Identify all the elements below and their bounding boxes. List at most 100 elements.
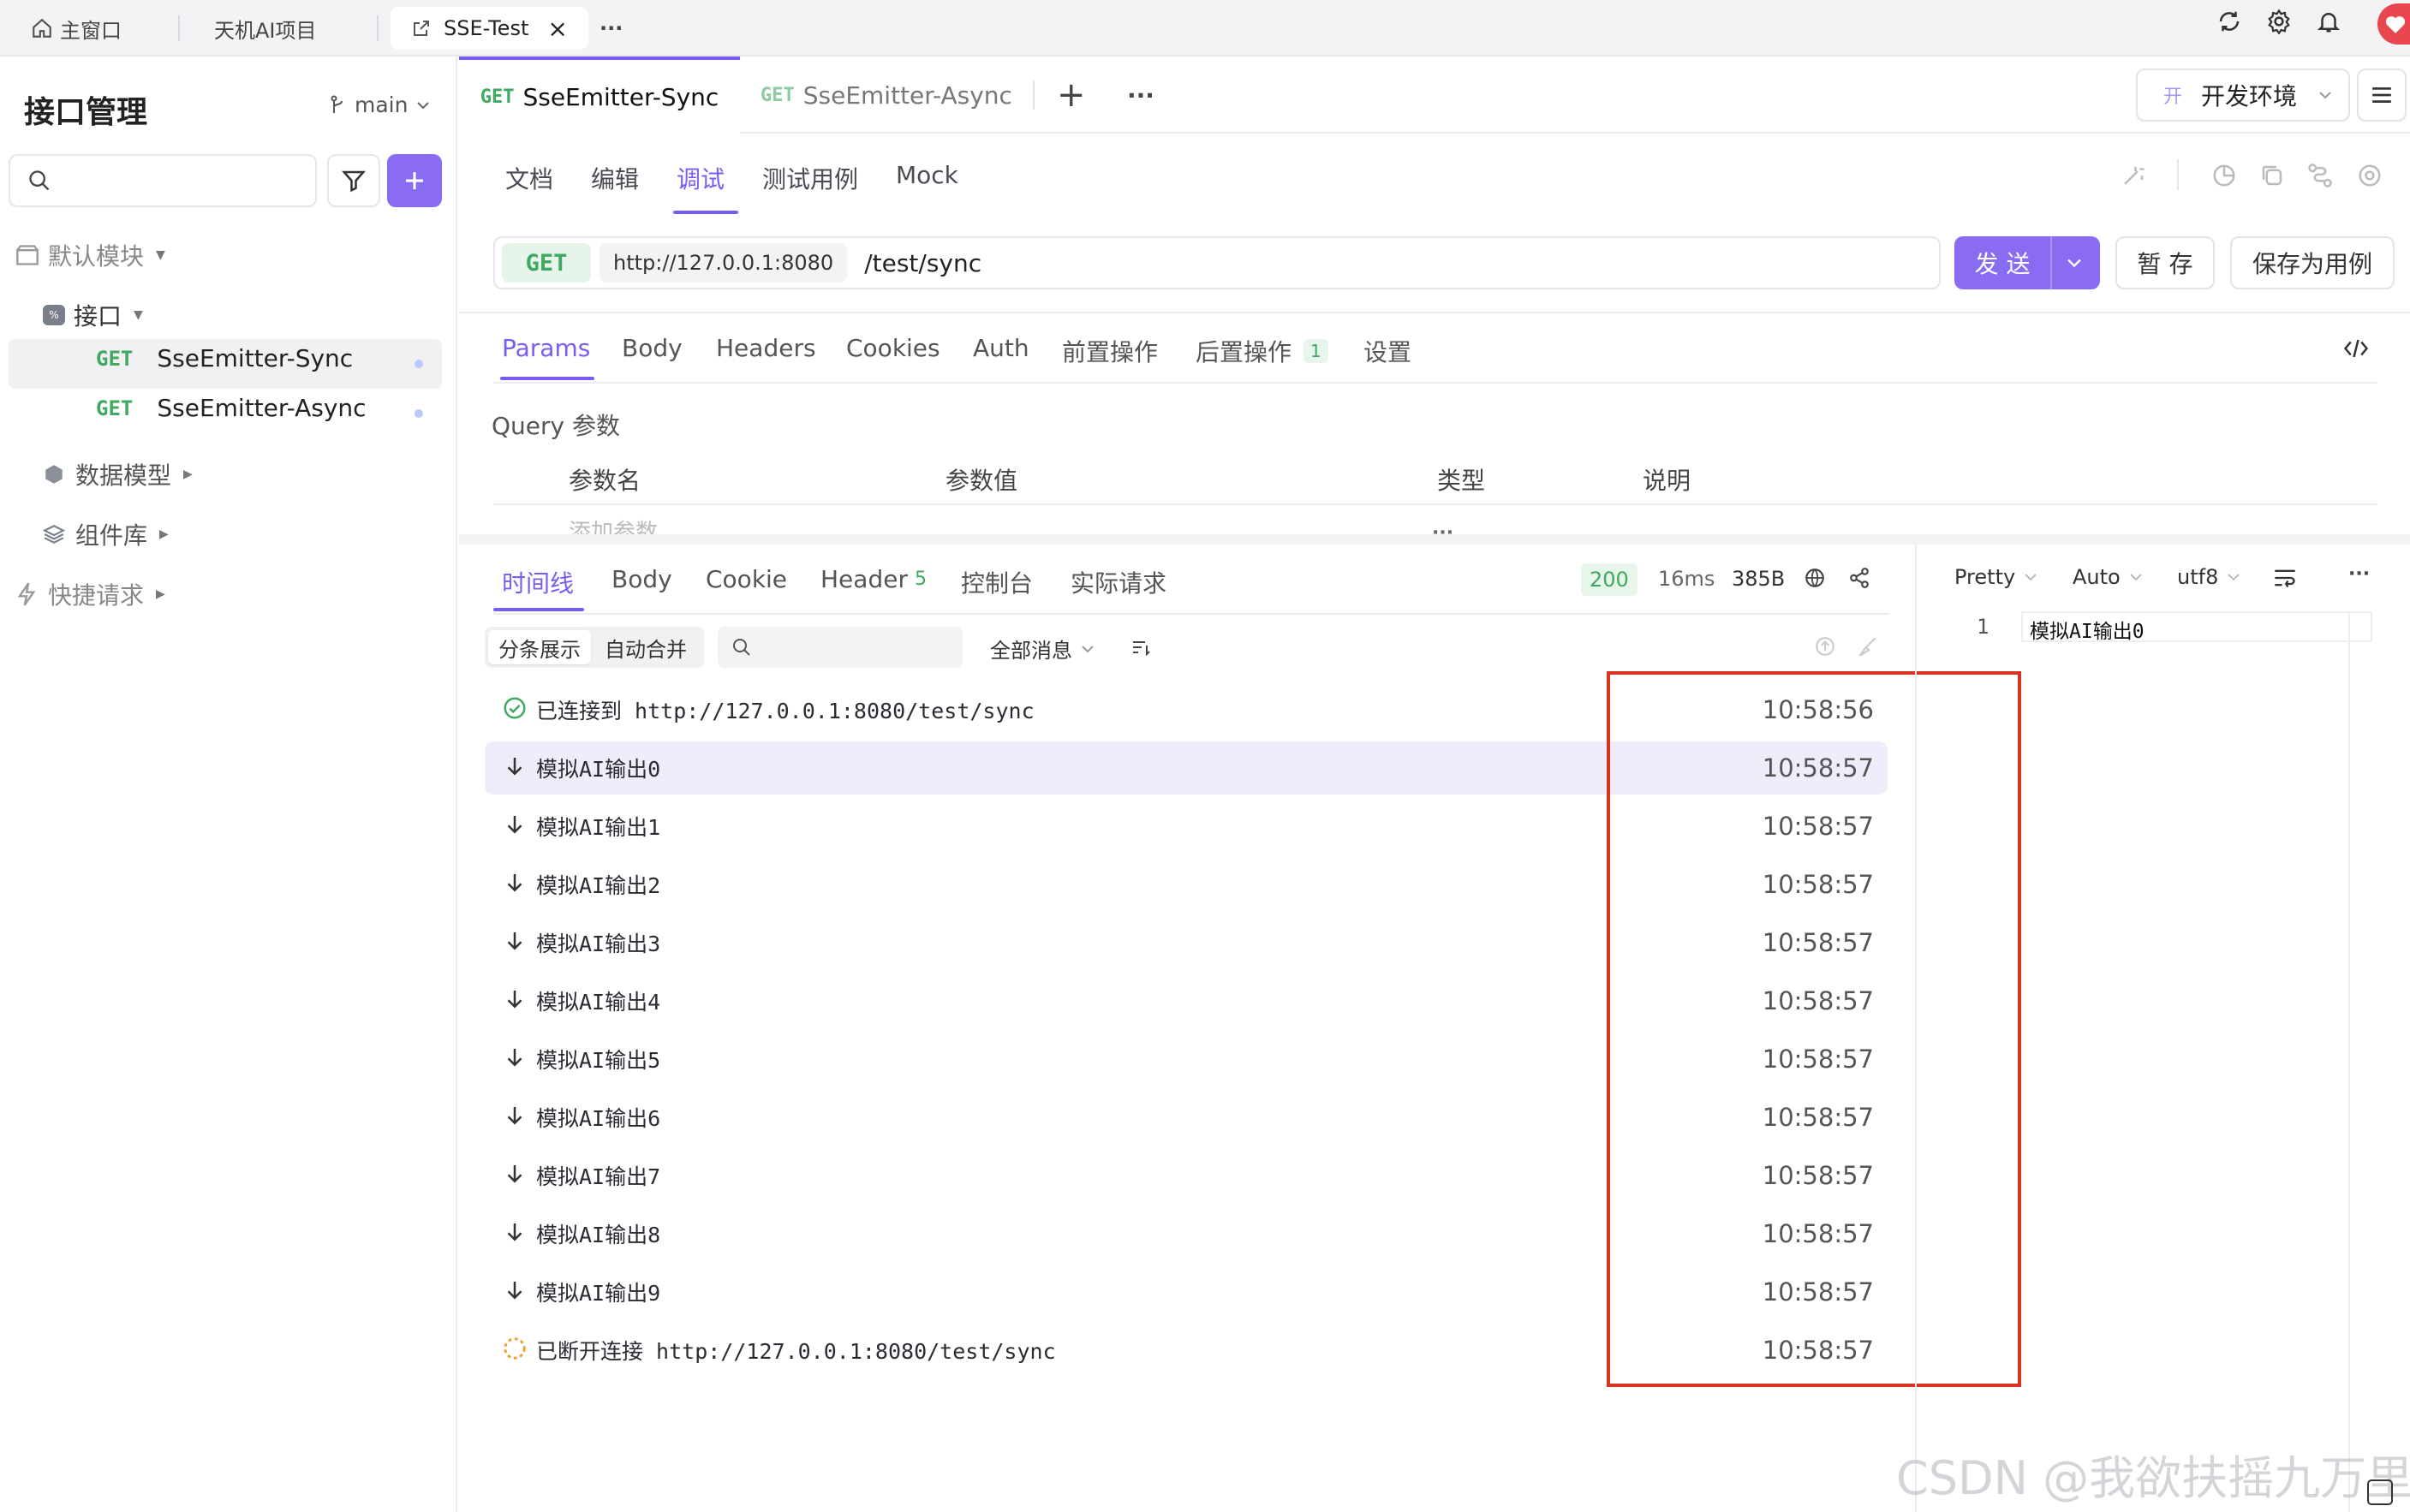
sidebar-item-label: SseEmitter-Async	[157, 394, 367, 422]
message-filter-dropdown[interactable]: 全部消息	[990, 634, 1095, 664]
chevron-down-icon	[2025, 574, 2037, 581]
mode-label: Auto	[2073, 565, 2121, 589]
add-param-placeholder[interactable]: 添加参数	[569, 517, 658, 534]
arrow-down-icon	[502, 1045, 528, 1070]
clear-icon[interactable]	[1857, 635, 1879, 658]
tab-post-actions[interactable]: 后置操作 1	[1196, 334, 1328, 368]
mode-dropdown[interactable]: Auto	[2073, 565, 2143, 589]
encoding-dropdown[interactable]: utf8	[2177, 565, 2240, 589]
sidebar-item-quick-request[interactable]: 快捷请求 ▶	[15, 577, 165, 611]
tab-edit[interactable]: 编辑	[591, 161, 639, 195]
window-tab-home[interactable]: 主窗口	[31, 7, 122, 50]
tab-label: SseEmitter-Async	[802, 80, 1012, 110]
add-button[interactable]	[387, 154, 442, 207]
tab-cookies[interactable]: Cookies	[846, 334, 940, 362]
sidebar-item-api-folder[interactable]: % 接口 ▼	[43, 298, 143, 332]
tab-body[interactable]: Body	[611, 565, 672, 593]
tab-headers[interactable]: Headers	[716, 334, 816, 362]
sidebar-item-sse-async[interactable]: GET SseEmitter-Async	[96, 394, 367, 422]
tab-actual-request[interactable]: 实际请求	[1071, 565, 1166, 599]
event-text: 模拟AI输出4	[536, 990, 661, 1015]
wrap-icon[interactable]	[2273, 567, 2297, 589]
scroll-top-icon[interactable]	[1814, 635, 1836, 658]
method-selector[interactable]: GET	[502, 243, 591, 283]
tab-timeline[interactable]: 时间线	[502, 565, 574, 599]
more-options-icon[interactable]: ···	[2348, 563, 2370, 585]
view-merge-button[interactable]: 自动合并	[596, 630, 695, 664]
bell-icon[interactable]	[2316, 9, 2341, 34]
send-button[interactable]: 发 送	[1954, 236, 2100, 289]
tab-docs[interactable]: 文档	[505, 161, 553, 195]
sidebar-item-default-module[interactable]: 默认模块 ▼	[15, 238, 165, 272]
sort-icon[interactable]	[1130, 637, 1151, 658]
unsaved-dot	[415, 409, 423, 418]
tab-cookie[interactable]: Cookie	[706, 565, 787, 593]
layout-toggle-icon[interactable]	[2367, 1479, 2393, 1505]
tab-sse-async[interactable]: GET SseEmitter-Async	[761, 57, 1012, 134]
plus-icon	[406, 172, 423, 189]
close-icon[interactable]: ×	[547, 15, 567, 43]
filter-label: 全部消息	[990, 639, 1072, 663]
avatar[interactable]	[2377, 3, 2410, 45]
settings-icon[interactable]	[2357, 163, 2383, 188]
sidebar-search[interactable]	[9, 154, 317, 207]
layers-icon	[43, 525, 65, 544]
format-dropdown[interactable]: Pretty	[1954, 565, 2037, 589]
branch-label: main	[355, 92, 409, 117]
sidebar-item-data-models[interactable]: 数据模型 ▶	[43, 457, 193, 491]
globe-icon[interactable]	[1804, 567, 1826, 589]
event-text: 已连接到 http://127.0.0.1:8080/test/sync	[536, 699, 1035, 723]
tab-body[interactable]: Body	[622, 334, 683, 362]
chart-pie-icon[interactable]	[2211, 163, 2237, 188]
home-icon	[33, 18, 51, 38]
column-header-desc: 说明	[1643, 467, 1691, 495]
code-icon[interactable]	[2343, 337, 2369, 360]
tab-divider	[377, 15, 379, 41]
drag-handle-icon[interactable]: ···	[1432, 522, 1453, 544]
filter-icon	[341, 170, 367, 193]
copy-icon[interactable]	[2259, 163, 2285, 188]
window-tab-active[interactable]: SSE-Test ×	[391, 7, 588, 50]
tab-pre-actions[interactable]: 前置操作	[1062, 334, 1158, 368]
tab-test-cases[interactable]: 测试用例	[762, 161, 858, 195]
save-case-button[interactable]: 保存为用例	[2230, 236, 2395, 289]
share-icon[interactable]	[1848, 567, 1870, 589]
sidebar-item-sse-sync[interactable]: GET SseEmitter-Sync	[96, 344, 353, 372]
chevron-down-icon	[2228, 574, 2240, 581]
tab-console[interactable]: 控制台	[961, 565, 1033, 599]
sidebar-search-input[interactable]	[60, 169, 308, 193]
check-circle-icon	[502, 695, 528, 721]
tab-sse-sync[interactable]: GET SseEmitter-Sync	[459, 57, 740, 134]
tab-params[interactable]: Params	[502, 334, 590, 362]
chevron-down-icon[interactable]	[2066, 257, 2083, 269]
save-temp-button[interactable]: 暂 存	[2115, 236, 2215, 289]
view-split-button[interactable]: 分条展示	[488, 630, 591, 664]
new-tab-button[interactable]: +	[1057, 57, 1086, 134]
branch-selector[interactable]: main	[329, 92, 430, 117]
tab-settings[interactable]: 设置	[1363, 334, 1411, 368]
filter-button[interactable]	[327, 154, 380, 207]
base-url[interactable]: http://127.0.0.1:8080	[600, 243, 848, 283]
tab-divider	[1033, 80, 1035, 110]
event-text: 模拟AI输出6	[536, 1106, 661, 1131]
gear-icon[interactable]	[2266, 9, 2292, 34]
active-tab-indicator	[493, 608, 584, 611]
tab-more-button[interactable]: ···	[1127, 57, 1154, 134]
column-header-value: 参数值	[946, 467, 1018, 495]
tab-debug[interactable]: 调试	[677, 161, 725, 195]
environment-selector[interactable]: 开 开发环境	[2136, 68, 2350, 122]
window-tab-project[interactable]: 天机AI项目	[214, 7, 317, 50]
tab-auth[interactable]: Auth	[973, 334, 1029, 362]
branch-icon	[331, 95, 343, 113]
sidebar-item-components[interactable]: 组件库 ▶	[43, 517, 169, 551]
url-path-input[interactable]: /test/sync	[864, 249, 981, 277]
tab-header[interactable]: Header 5	[820, 565, 927, 593]
window-tab-more[interactable]: ···	[600, 7, 623, 50]
flow-icon[interactable]	[2307, 163, 2333, 188]
menu-button[interactable]	[2357, 68, 2407, 122]
magic-wand-icon[interactable]	[2121, 163, 2146, 188]
divider	[493, 613, 1889, 615]
event-search[interactable]	[718, 627, 963, 668]
refresh-icon[interactable]	[2216, 9, 2242, 34]
tab-mock[interactable]: Mock	[896, 161, 958, 189]
